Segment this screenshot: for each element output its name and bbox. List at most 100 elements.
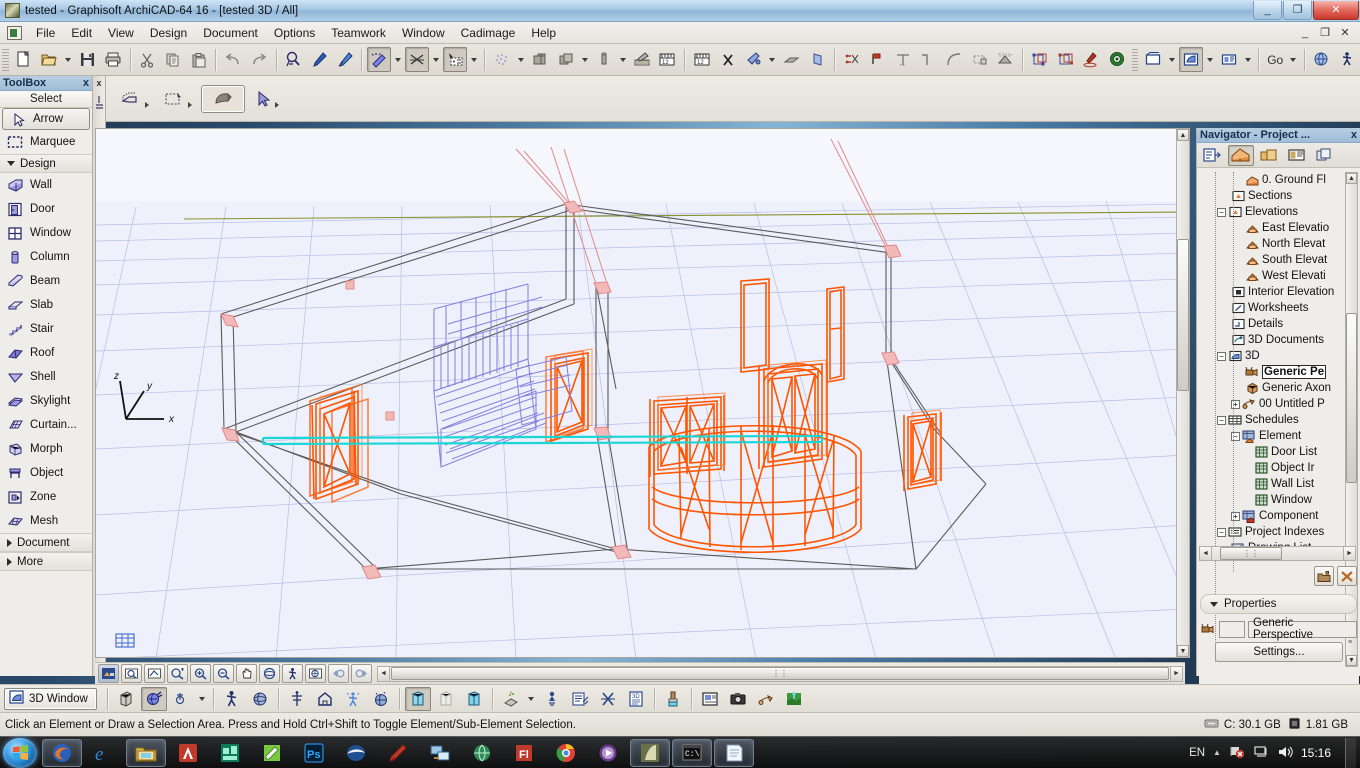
- tree-item-sections[interactable]: Sections: [1199, 188, 1359, 204]
- 3d-style-icon[interactable]: [247, 687, 273, 711]
- copy-icon[interactable]: [161, 47, 185, 72]
- undo-icon[interactable]: [221, 47, 245, 72]
- scroll-right-arrow[interactable]: ►: [1170, 666, 1182, 681]
- 3d-marked-distant-icon[interactable]: [340, 687, 366, 711]
- tree-item-generic-axonometry[interactable]: Generic Axon: [1199, 380, 1359, 396]
- tree-item-details[interactable]: Details: [1199, 316, 1359, 332]
- inject-parameters-icon[interactable]: [333, 47, 357, 72]
- delete-button[interactable]: [1337, 566, 1357, 586]
- layout-dropdown-arrow[interactable]: [1242, 47, 1254, 72]
- collapse-icon[interactable]: −: [1217, 527, 1226, 537]
- toolbar-grip[interactable]: [1131, 48, 1139, 71]
- pen-palette-icon[interactable]: [630, 47, 654, 72]
- toolbox-category-more[interactable]: More: [0, 552, 92, 571]
- explore-model-icon[interactable]: [219, 687, 245, 711]
- roof-icon[interactable]: [994, 47, 1018, 72]
- paint-fill-icon[interactable]: [741, 47, 765, 72]
- tree-item-north-elevation[interactable]: North Elevat: [1199, 236, 1359, 252]
- cutting-planes-dropdown-arrow[interactable]: [525, 686, 538, 711]
- corel-taskbar-icon[interactable]: [378, 739, 418, 767]
- wall-end-icon[interactable]: [528, 47, 552, 72]
- paste-icon[interactable]: [187, 47, 211, 72]
- solid-dropdown-arrow[interactable]: [579, 47, 591, 72]
- tree-item-elevations[interactable]: − Elevations: [1199, 204, 1359, 220]
- previous-zoom-button[interactable]: [144, 664, 165, 683]
- 3d-all-elements-icon[interactable]: [284, 687, 310, 711]
- photo-render-icon[interactable]: [725, 687, 751, 711]
- archicad-taskbar-icon[interactable]: [630, 738, 670, 767]
- tool-wall[interactable]: Wall: [0, 173, 92, 197]
- solid-operations-icon[interactable]: [554, 47, 578, 72]
- fill-dropdown-arrow[interactable]: [766, 47, 778, 72]
- globe-app-taskbar-icon[interactable]: [462, 739, 502, 767]
- nav-scroll-right-arrow[interactable]: ►: [1343, 547, 1355, 560]
- scroll-down-arrow[interactable]: ▼: [1177, 645, 1189, 657]
- suspend-groups-icon[interactable]: [1054, 47, 1078, 72]
- floor-plan-window-icon[interactable]: [1141, 47, 1165, 72]
- fit-in-window-button[interactable]: [98, 664, 119, 683]
- 3d-viewport[interactable]: x y z: [95, 128, 1185, 658]
- tool-window[interactable]: Window: [0, 221, 92, 245]
- menu-file[interactable]: File: [28, 23, 63, 43]
- tree-item-interior-elevation[interactable]: Interior Elevation: [1199, 284, 1359, 300]
- collapse-icon[interactable]: −: [1217, 351, 1226, 361]
- 3d-sun-icon[interactable]: [539, 687, 565, 711]
- tool-morph[interactable]: Morph: [0, 437, 92, 461]
- fillet-icon[interactable]: [917, 47, 941, 72]
- measure-icon[interactable]: 12: [690, 47, 714, 72]
- tree-item-schedules[interactable]: − Schedules: [1199, 412, 1359, 428]
- layout-window-icon[interactable]: [1217, 47, 1241, 72]
- tree-item-worksheets[interactable]: Worksheets: [1199, 300, 1359, 316]
- menu-window[interactable]: Window: [394, 23, 453, 43]
- navigator-vertical-scrollbar[interactable]: ▲ ▼ ≡: [1345, 172, 1358, 667]
- save-view-icon[interactable]: [697, 687, 723, 711]
- horizontal-scroll-thumb[interactable]: ⋮⋮: [391, 667, 1169, 680]
- zoom-in-out-button[interactable]: [167, 664, 188, 683]
- start-button[interactable]: [3, 737, 37, 768]
- scroll-up-arrow[interactable]: ▲: [1177, 129, 1189, 141]
- go-button[interactable]: Go: [1263, 53, 1287, 67]
- view-map-tab[interactable]: [1256, 145, 1282, 166]
- marker-icon[interactable]: [1079, 47, 1103, 72]
- evernote-taskbar-icon[interactable]: [252, 739, 292, 767]
- marquee-settings-icon[interactable]: [443, 47, 468, 72]
- document-icon[interactable]: [7, 25, 22, 40]
- open-dropdown-arrow[interactable]: [62, 47, 74, 72]
- project-map-tab[interactable]: [1228, 144, 1254, 166]
- scroll-left-arrow[interactable]: ◄: [378, 666, 390, 681]
- 3d-render-settings-icon[interactable]: [567, 687, 593, 711]
- tool-shell[interactable]: Shell: [0, 365, 92, 389]
- save-icon[interactable]: [75, 47, 99, 72]
- 3d-filter-icon[interactable]: [368, 687, 394, 711]
- zoom-back-button[interactable]: [328, 664, 349, 683]
- print-icon[interactable]: [101, 47, 125, 72]
- firefox-taskbar-icon[interactable]: [42, 738, 82, 767]
- globe-icon[interactable]: [1310, 47, 1334, 72]
- close-button[interactable]: ✕: [1313, 0, 1359, 20]
- marquee-3d-icon[interactable]: [158, 85, 197, 113]
- mesh-points-icon[interactable]: [490, 47, 514, 72]
- maximize-button[interactable]: ❐: [1283, 0, 1312, 20]
- settings-button[interactable]: Settings...: [1215, 642, 1343, 662]
- split-icon[interactable]: [865, 47, 889, 72]
- navigator-preview-tab[interactable]: [1200, 145, 1226, 166]
- viewport-horizontal-scrollbar[interactable]: ◄ ⋮⋮ ►: [377, 665, 1183, 682]
- zoom-out-button[interactable]: [213, 664, 234, 683]
- flash-taskbar-icon[interactable]: Fl: [504, 739, 544, 767]
- mdi-close-button[interactable]: ✕: [1336, 25, 1354, 41]
- menu-design[interactable]: Design: [142, 23, 195, 43]
- toolbox-category-design[interactable]: Design: [0, 154, 92, 173]
- autocad-taskbar-icon[interactable]: [168, 739, 208, 767]
- 3d-projection-icon[interactable]: [169, 687, 195, 711]
- nav-scroll-left-arrow[interactable]: ◄: [1200, 547, 1212, 560]
- tree-item-window-list[interactable]: Window: [1199, 492, 1359, 508]
- explore-model-button[interactable]: [282, 664, 303, 683]
- navigator-horizontal-scrollbar[interactable]: ◄ ⋮⋮ ►: [1199, 546, 1356, 561]
- menu-edit[interactable]: Edit: [63, 23, 100, 43]
- tool-beam[interactable]: Beam: [0, 269, 92, 293]
- projection-dropdown-arrow[interactable]: [196, 686, 209, 711]
- column-dropdown-arrow[interactable]: [617, 47, 629, 72]
- 3d-window-button[interactable]: 3D Window: [4, 687, 97, 710]
- tree-item-east-elevation[interactable]: East Elevatio: [1199, 220, 1359, 236]
- toolbox-category-document[interactable]: Document: [0, 533, 92, 552]
